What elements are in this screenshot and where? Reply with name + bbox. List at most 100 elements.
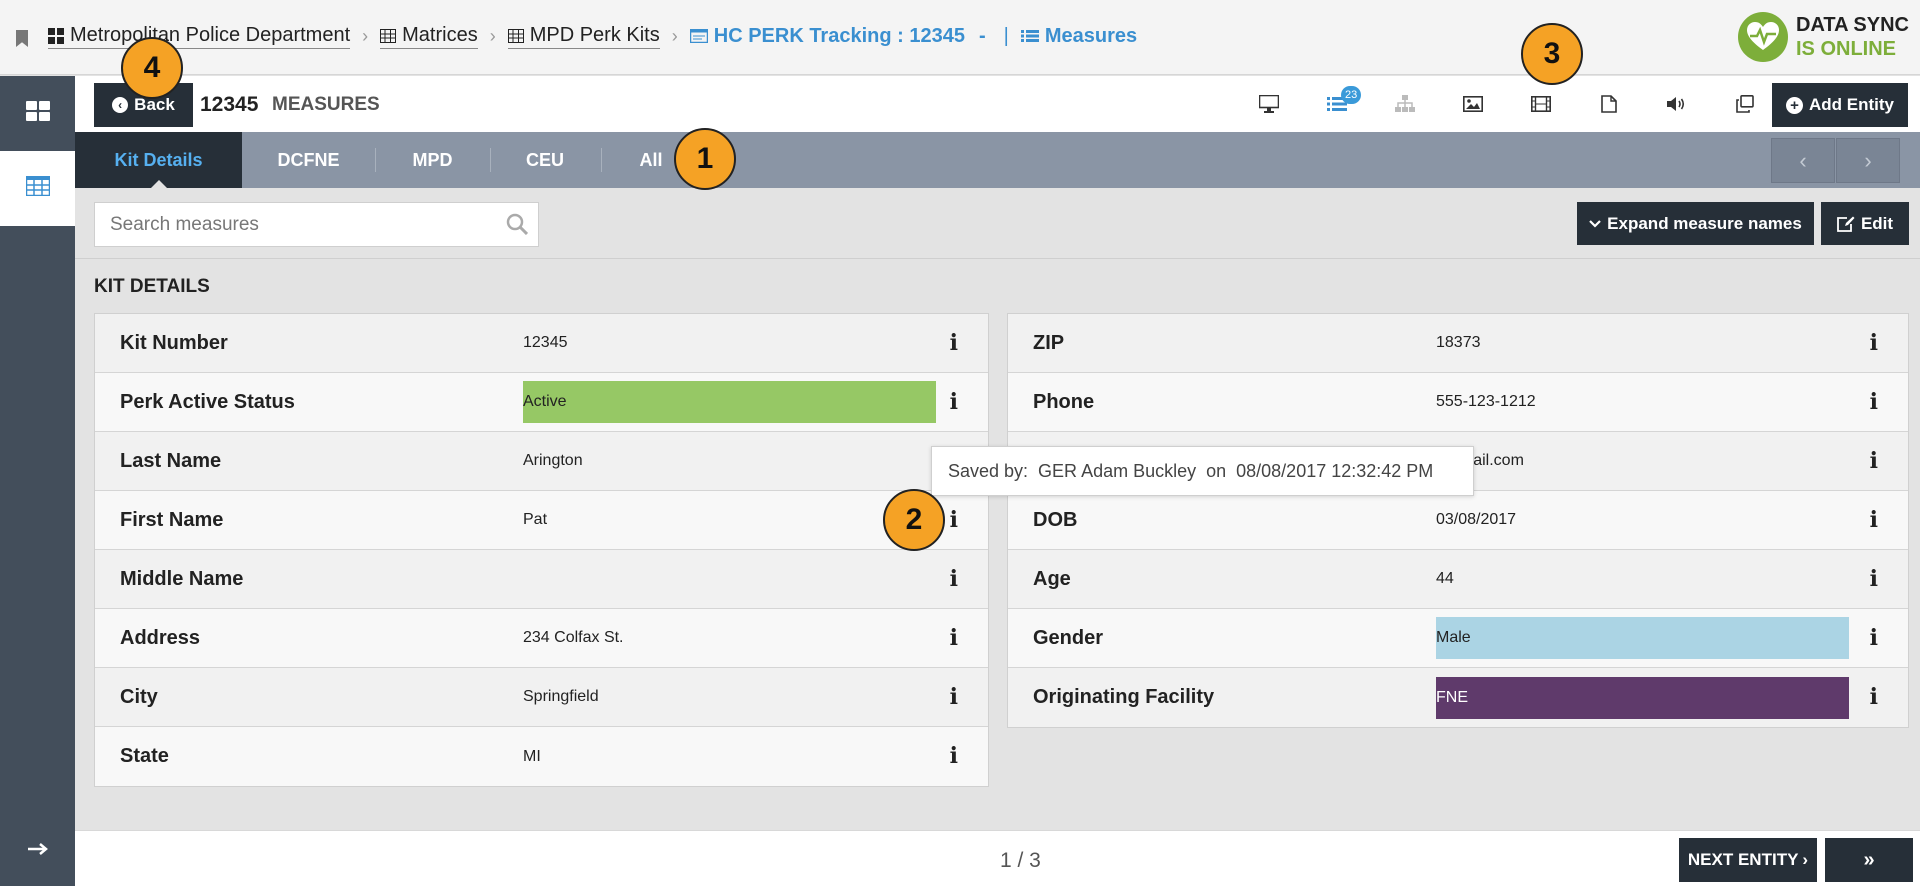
chevron-left-icon: ‹ bbox=[1799, 147, 1807, 173]
title-dash: - bbox=[978, 24, 986, 47]
sidebar-item-matrices[interactable] bbox=[0, 151, 75, 226]
table-row: Phone 555-123-1212 i bbox=[1008, 373, 1908, 432]
pagination-footer: 1 / 3 NEXT ENTITY › » bbox=[75, 830, 1920, 886]
field-value[interactable]: email.com bbox=[1451, 440, 1864, 482]
field-value[interactable]: Pat bbox=[523, 499, 936, 541]
status-value[interactable]: Active bbox=[523, 381, 936, 423]
breadcrumb-item-matrices[interactable]: Matrices bbox=[380, 24, 478, 49]
callout-marker-4: 4 bbox=[121, 37, 183, 99]
breadcrumb-label: Metropolitan Police Department bbox=[70, 24, 351, 46]
tab-ceu[interactable]: CEU bbox=[490, 132, 600, 188]
info-icon[interactable]: i bbox=[950, 627, 958, 649]
field-value[interactable]: MI bbox=[523, 736, 936, 778]
field-value[interactable]: 18373 bbox=[1436, 322, 1849, 364]
info-icon[interactable]: i bbox=[1870, 391, 1878, 413]
gender-value[interactable]: Male bbox=[1436, 617, 1849, 659]
next-entity-label: NEXT ENTITY bbox=[1687, 850, 1799, 869]
sync-line-1: DATA SYNC bbox=[1796, 14, 1909, 36]
add-entity-button[interactable]: + Add Entity bbox=[1772, 83, 1908, 127]
chevron-down-icon bbox=[1589, 219, 1601, 228]
field-value[interactable]: 03/08/2017 bbox=[1436, 499, 1849, 541]
info-icon[interactable]: i bbox=[950, 686, 958, 708]
field-value[interactable] bbox=[523, 558, 936, 600]
info-icon[interactable]: i bbox=[950, 509, 958, 531]
table-row: Kit Number 12345 i bbox=[95, 314, 988, 373]
field-label: City bbox=[120, 685, 158, 708]
expand-measure-names-button[interactable]: Expand measure names bbox=[1577, 202, 1814, 245]
next-tab-button[interactable]: › bbox=[1836, 138, 1900, 183]
table-row: Age 44 i bbox=[1008, 550, 1908, 609]
search-icon[interactable] bbox=[506, 213, 529, 240]
video-view-button[interactable] bbox=[1507, 86, 1575, 126]
sidebar-item-dashboard[interactable] bbox=[0, 76, 75, 151]
info-icon[interactable]: i bbox=[1870, 332, 1878, 354]
breadcrumb-item-department[interactable]: Metropolitan Police Department bbox=[48, 24, 351, 49]
last-entity-button[interactable]: » bbox=[1825, 838, 1913, 882]
breadcrumb-label: Matrices bbox=[402, 24, 478, 46]
table-row: Address 234 Colfax St. i bbox=[95, 609, 988, 668]
info-icon[interactable]: i bbox=[950, 568, 958, 590]
search-input[interactable] bbox=[95, 203, 485, 246]
tab-kit-details[interactable]: Kit Details bbox=[75, 132, 242, 188]
audio-view-button[interactable] bbox=[1643, 86, 1711, 126]
hierarchy-view-button[interactable] bbox=[1371, 86, 1439, 126]
field-label: Last Name bbox=[120, 449, 222, 472]
table-row: ZIP 18373 i bbox=[1008, 314, 1908, 373]
tab-dcfne[interactable]: DCFNE bbox=[242, 132, 375, 188]
field-label: State bbox=[120, 745, 169, 767]
info-icon[interactable]: i bbox=[1870, 627, 1878, 649]
linked-view-button[interactable] bbox=[1711, 86, 1779, 126]
next-entity-button[interactable]: NEXT ENTITY › bbox=[1679, 838, 1817, 882]
chevron-right-icon: › bbox=[1802, 850, 1809, 869]
field-value[interactable]: Springfield bbox=[523, 676, 936, 718]
info-icon[interactable]: i bbox=[1870, 686, 1878, 708]
measures-view-button[interactable]: 23 bbox=[1303, 86, 1371, 142]
table-row: State MI i bbox=[95, 727, 988, 786]
breadcrumb: Metropolitan Police Department › Matrice… bbox=[48, 24, 1137, 49]
view-toolbar: 23 bbox=[1235, 86, 1779, 142]
kit-details-table-right: ZIP 18373 i Phone 555-123-1212 i email.c… bbox=[1007, 313, 1909, 728]
field-label: First Name bbox=[120, 508, 224, 531]
tab-label: DCFNE bbox=[277, 149, 340, 170]
form-icon bbox=[689, 29, 708, 43]
info-icon[interactable]: i bbox=[1870, 450, 1878, 472]
info-icon[interactable]: i bbox=[1870, 568, 1878, 590]
images-view-button[interactable] bbox=[1439, 86, 1507, 126]
left-sidebar bbox=[0, 76, 75, 886]
image-icon bbox=[1463, 95, 1483, 117]
info-icon[interactable]: i bbox=[950, 332, 958, 354]
field-label: Age bbox=[1033, 567, 1071, 590]
field-value[interactable]: 234 Colfax St. bbox=[523, 617, 936, 659]
table-row: Gender Male i bbox=[1008, 609, 1908, 668]
field-label: Address bbox=[120, 626, 201, 649]
breadcrumb-item-perk-kits[interactable]: MPD Perk Kits bbox=[507, 24, 660, 49]
table-icon bbox=[25, 175, 50, 201]
field-value[interactable]: 44 bbox=[1436, 558, 1849, 600]
sidebar-expand-button[interactable] bbox=[0, 831, 75, 871]
edit-icon bbox=[1837, 216, 1855, 232]
bookmark-icon[interactable] bbox=[16, 30, 28, 47]
search-box bbox=[94, 202, 539, 247]
measure-tabs: Kit Details DCFNE MPD CEU All ‹ › bbox=[75, 132, 1920, 188]
field-value[interactable]: 555-123-1212 bbox=[1436, 381, 1849, 423]
document-icon bbox=[1601, 94, 1617, 118]
info-icon[interactable]: i bbox=[1870, 509, 1878, 531]
field-value[interactable]: 12345 bbox=[523, 322, 936, 364]
previous-tab-button[interactable]: ‹ bbox=[1771, 138, 1835, 183]
documents-view-button[interactable] bbox=[1575, 86, 1643, 126]
tab-label: CEU bbox=[525, 149, 564, 170]
facility-value[interactable]: FNE bbox=[1436, 676, 1849, 719]
grid-icon bbox=[48, 27, 64, 44]
info-icon[interactable]: i bbox=[950, 391, 958, 413]
chevron-right-icon: › bbox=[671, 26, 678, 46]
arrow-right-icon bbox=[27, 842, 48, 860]
chevron-right-icon: › bbox=[489, 26, 496, 46]
tab-label: All bbox=[639, 149, 663, 170]
table-icon bbox=[380, 28, 397, 43]
field-value[interactable]: Arington bbox=[523, 440, 936, 482]
edit-button[interactable]: Edit bbox=[1821, 202, 1909, 245]
field-label: DOB bbox=[1033, 508, 1078, 531]
desktop-view-button[interactable] bbox=[1235, 86, 1303, 126]
info-icon[interactable]: i bbox=[950, 745, 958, 767]
tab-mpd[interactable]: MPD bbox=[375, 132, 490, 188]
